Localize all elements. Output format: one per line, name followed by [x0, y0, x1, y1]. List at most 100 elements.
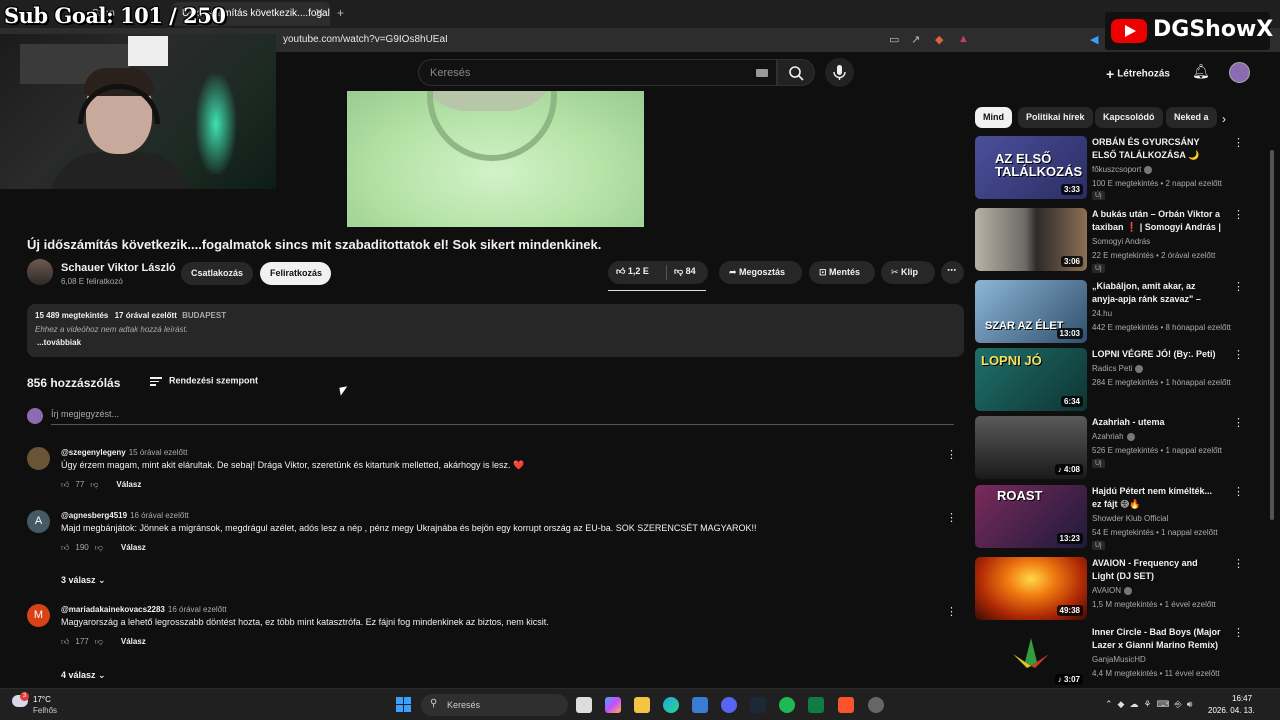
media-icon[interactable]: ◀	[1090, 33, 1098, 46]
commenter-avatar[interactable]: M	[27, 604, 50, 627]
search-button[interactable]	[777, 59, 815, 86]
comment-like-icon[interactable]: 👍︎	[61, 543, 69, 552]
recommended-channel[interactable]: GanjaMusicHD	[1092, 655, 1146, 664]
more-icon[interactable]: ⋮	[1233, 136, 1244, 149]
video-thumbnail[interactable]: 49:38	[975, 557, 1087, 620]
spotify-icon[interactable]	[779, 697, 795, 713]
more-icon[interactable]: ⋮	[1233, 485, 1244, 498]
task-view-icon[interactable]	[576, 697, 592, 713]
recommended-channel[interactable]: 24.hu	[1092, 309, 1112, 318]
recommended-title[interactable]: A bukás után – Orbán Viktor a taxiban ❗ …	[1092, 208, 1222, 234]
comment-author[interactable]: @agnesberg4519	[61, 511, 127, 520]
commenter-avatar[interactable]	[27, 447, 50, 470]
reply-button[interactable]: Válasz	[116, 480, 141, 489]
show-more-link[interactable]: ...továbbiak	[37, 338, 81, 347]
more-icon[interactable]: ⋮	[1233, 280, 1244, 293]
recommended-title[interactable]: Inner Circle - Bad Boys (Major Lazer x G…	[1092, 626, 1222, 652]
comment-time[interactable]: 16 órával ezelőtt	[130, 511, 189, 520]
clock-time[interactable]: 16:47	[1232, 694, 1252, 703]
subscribe-button[interactable]: Feliratkozás	[260, 262, 331, 285]
voice-search-button[interactable]	[825, 58, 854, 87]
comment-like-icon[interactable]: 👍︎	[61, 480, 69, 489]
keyboard-icon[interactable]	[756, 69, 768, 77]
recommended-channel[interactable]: Azahriah	[1092, 432, 1124, 441]
comment-menu-icon[interactable]: ⋮	[946, 605, 957, 618]
recommended-channel[interactable]: AVAION	[1092, 586, 1121, 595]
search-input[interactable]: Keresés	[418, 59, 777, 86]
reply-button[interactable]: Válasz	[121, 543, 146, 552]
comment-dislike-icon[interactable]: 👎︎	[95, 543, 103, 552]
more-icon[interactable]: ⋮	[1233, 626, 1244, 639]
comment-author[interactable]: @mariadakainekovacs2283	[61, 605, 165, 614]
channel-name[interactable]: Schauer Viktor László	[61, 262, 176, 274]
video-thumbnail[interactable]: LOPNI JÓ 6:34	[975, 348, 1087, 411]
commenter-avatar[interactable]: A	[27, 510, 50, 533]
add-comment-input[interactable]: Írj megjegyzést...	[51, 409, 954, 425]
close-tab-icon[interactable]: ✕	[315, 6, 324, 19]
recommended-video[interactable]: SZAR AZ ÉLET 13:03 „Kiabáljon, amit akar…	[975, 280, 1245, 344]
show-replies-button[interactable]: 4 válasz ⌄	[61, 670, 106, 681]
recommended-title[interactable]: „Kiabáljon, amit akar, az anyja-apja rán…	[1092, 280, 1222, 306]
comment-time[interactable]: 15 órával ezelőtt	[129, 448, 188, 457]
comment-like-icon[interactable]: 👍︎	[61, 637, 69, 646]
create-button[interactable]: + Létrehozás	[1100, 59, 1178, 85]
recommended-channel[interactable]: Somogyi András	[1092, 237, 1150, 246]
chip-political-news[interactable]: Politikai hírek	[1018, 107, 1093, 128]
video-player[interactable]	[347, 91, 644, 227]
more-icon[interactable]: ⋮	[1233, 208, 1244, 221]
weather-description[interactable]: Felhős	[33, 706, 57, 715]
chip-related[interactable]: Kapcsolódó	[1095, 107, 1163, 128]
recommended-video[interactable]: 49:38 AVAION - Frequency and Light (DJ S…	[975, 557, 1245, 621]
copilot-icon[interactable]	[605, 697, 621, 713]
obs-icon[interactable]	[868, 697, 884, 713]
chip-for-you[interactable]: Neked a	[1166, 107, 1217, 128]
more-actions-icon[interactable]: ⋯	[941, 261, 964, 284]
description-box[interactable]: 15 489 megtekintés 17 órával ezelőtt BUD…	[27, 304, 964, 357]
video-thumbnail[interactable]: ♪ 3:07	[975, 626, 1087, 689]
dislike-button[interactable]: 👎︎ 84	[674, 266, 696, 277]
steam-icon[interactable]	[750, 697, 766, 713]
system-tray[interactable]: ⌃ ◆ ☁ ⚘ ⌨ ⎆ 🔊︎	[1105, 699, 1192, 710]
comment-menu-icon[interactable]: ⋮	[946, 448, 957, 461]
recommended-title[interactable]: AVAION - Frequency and Light (DJ SET)	[1092, 557, 1222, 583]
comment-menu-icon[interactable]: ⋮	[946, 511, 957, 524]
url-field[interactable]: youtube.com/watch?v=G9IOs8hUEaI	[283, 34, 448, 45]
comment-author[interactable]: @szegenylegeny	[61, 448, 126, 457]
brave-rewards-icon[interactable]: ▲	[958, 33, 969, 45]
reply-button[interactable]: Válasz	[121, 637, 146, 646]
recommended-channel[interactable]: Radics Peti	[1092, 364, 1132, 373]
recommended-video[interactable]: ♪ 3:07 Inner Circle - Bad Boys (Major La…	[975, 626, 1245, 690]
chip-all[interactable]: Mind	[975, 107, 1012, 128]
video-thumbnail[interactable]: AZ ELSŐ TALÁLKOZÁS 3:33	[975, 136, 1087, 199]
video-thumbnail[interactable]: SZAR AZ ÉLET 13:03	[975, 280, 1087, 343]
recommended-video[interactable]: AZ ELSŐ TALÁLKOZÁS 3:33 ORBÁN ÉS GYURCSÁ…	[975, 136, 1245, 200]
sort-comments-button[interactable]: Rendezési szempont	[150, 375, 258, 388]
video-thumbnail[interactable]: ♪ 4:08	[975, 416, 1087, 479]
share-page-icon[interactable]: ↗	[911, 33, 920, 46]
more-icon[interactable]: ⋮	[1233, 416, 1244, 429]
store-icon[interactable]	[692, 697, 708, 713]
clock-date[interactable]: 2026. 04. 13.	[1208, 706, 1255, 715]
windows-start-icon[interactable]	[396, 697, 412, 713]
xbox-icon[interactable]	[808, 697, 824, 713]
notifications-bell-icon[interactable]: 🔔︎	[1192, 63, 1210, 80]
more-icon[interactable]: ⋮	[1233, 348, 1244, 361]
recommended-channel[interactable]: Showder Klub Official	[1092, 514, 1168, 523]
recommended-channel[interactable]: főkuszcsoport	[1092, 165, 1141, 174]
weather-temperature[interactable]: 17°C	[33, 695, 51, 704]
discord-icon[interactable]	[721, 697, 737, 713]
clip-button[interactable]: ✂ Klip	[881, 261, 935, 284]
edge-icon[interactable]	[663, 697, 679, 713]
recommended-title[interactable]: Azahriah - utema	[1092, 416, 1222, 429]
file-explorer-icon[interactable]	[634, 697, 650, 713]
account-avatar[interactable]	[1229, 62, 1250, 83]
new-tab-icon[interactable]: +	[337, 6, 344, 20]
video-thumbnail[interactable]: ROAST 13:23	[975, 485, 1087, 548]
recommended-title[interactable]: ORBÁN ÉS GYURCSÁNY ELSŐ TALÁLKOZÁSA 🌙	[1092, 136, 1222, 162]
brave-icon[interactable]	[838, 697, 854, 713]
location-tag[interactable]: BUDAPEST	[182, 311, 226, 320]
page-scrollbar[interactable]	[1270, 150, 1274, 520]
recommended-video[interactable]: 3:06 A bukás után – Orbán Viktor a taxib…	[975, 208, 1245, 273]
taskbar-search[interactable]: ⚲ Keresés	[421, 694, 568, 716]
brave-shield-icon[interactable]: ◆	[935, 33, 943, 46]
